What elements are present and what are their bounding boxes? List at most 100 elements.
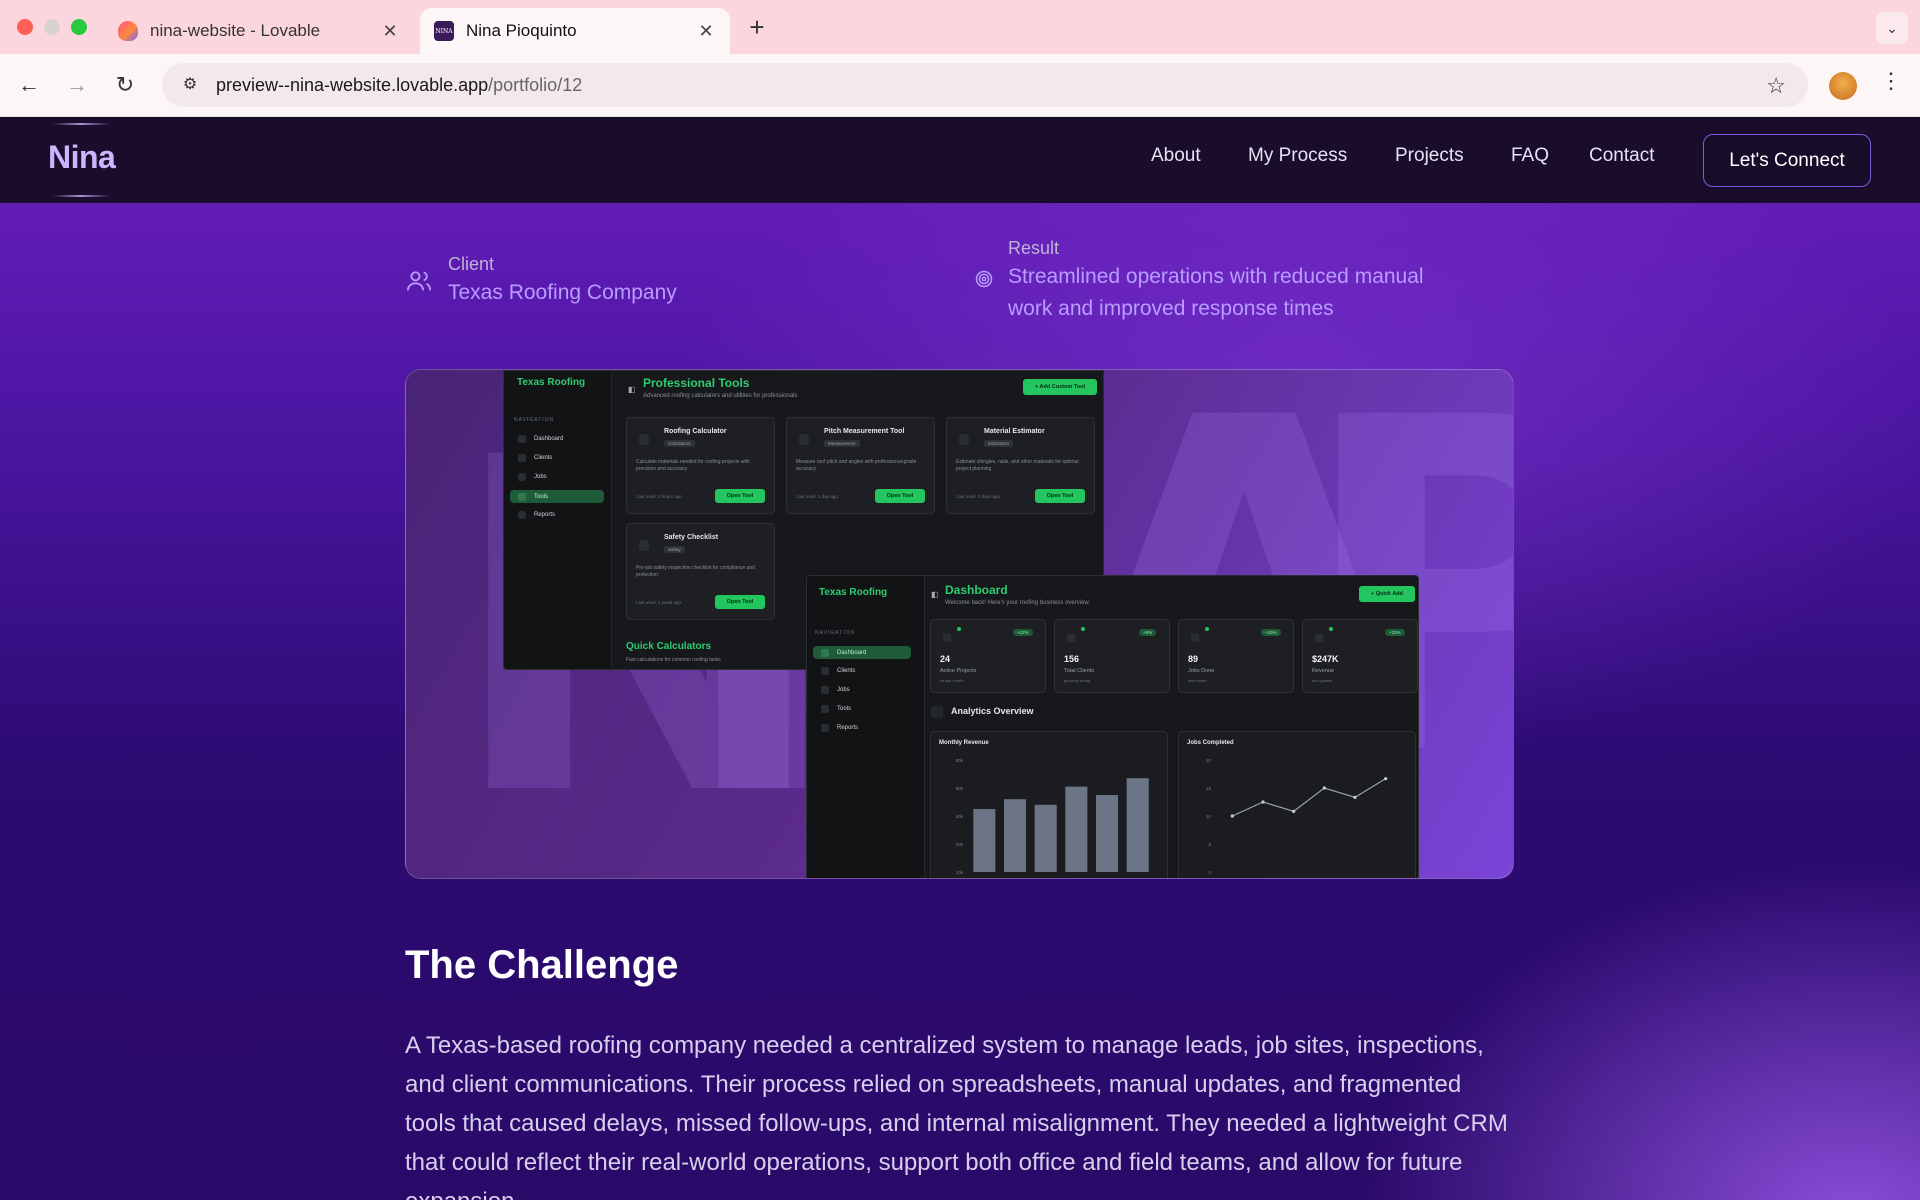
mock-stat-pill: +15% — [1261, 629, 1281, 636]
users-icon — [406, 271, 432, 291]
reload-icon[interactable]: ↻ — [110, 70, 140, 100]
mock-open-tool-button: Open Tool — [875, 489, 925, 503]
x-tick-label: Jun — [1134, 878, 1142, 879]
trending-up-icon — [931, 706, 943, 718]
mock-nav-label: Reports — [534, 512, 556, 518]
ruler-icon — [799, 434, 809, 445]
mock-tool-card: Safety Checklist Safety Pre-job safety i… — [626, 523, 775, 620]
target-icon — [975, 270, 993, 288]
nav-contact[interactable]: Contact — [1589, 145, 1654, 167]
tab-search-chevron-icon[interactable]: ⌄ — [1876, 12, 1908, 44]
site-settings-icon[interactable]: ⚙ — [178, 73, 202, 97]
mock-stat-value: $247K — [1312, 654, 1339, 664]
revenue-bar — [1126, 778, 1149, 872]
lets-connect-button[interactable]: Let's Connect — [1703, 134, 1871, 187]
mock-card-tag: Estimators — [984, 440, 1014, 447]
nina-logo-icon: NINA — [434, 21, 454, 41]
mock-nav-header: NAVIGATION — [815, 630, 856, 636]
mock-nav-jobs: Jobs — [514, 471, 604, 483]
checklist-icon — [639, 540, 649, 551]
new-tab-button[interactable]: + — [744, 12, 770, 42]
bookmark-star-icon[interactable]: ☆ — [1766, 73, 1786, 99]
nav-about[interactable]: About — [1151, 145, 1201, 167]
y-tick-label: 0 — [1208, 870, 1211, 875]
mock-card-tag: Measurement — [824, 440, 860, 447]
browser-menu-icon[interactable]: ⋮ — [1880, 68, 1902, 94]
x-tick-label: Mar — [1290, 878, 1298, 879]
mock-tool-card: Pitch Measurement Tool Measurement Measu… — [786, 417, 935, 514]
tab-close-icon[interactable]: ✕ — [696, 21, 716, 42]
y-tick-label: 20 — [1206, 758, 1212, 763]
address-bar[interactable]: ⚙ preview--nina-website.lovable.app/port… — [162, 63, 1808, 107]
x-tick-label: Feb — [1011, 878, 1019, 879]
x-tick-label: Feb — [1259, 878, 1267, 879]
mock-nav-jobs: Jobs — [817, 684, 911, 696]
stat-icon — [1191, 634, 1199, 642]
mock-quick-calc-sub: Fast calculations for common roofing tas… — [626, 657, 721, 663]
y-tick-label: 10 — [1206, 814, 1212, 819]
browser-tab-lovable[interactable]: nina-website - Lovable ✕ — [104, 8, 414, 54]
mock-sidebar: Texas Roofing NAVIGATION Dashboard Clien… — [504, 371, 612, 669]
y-tick-label: 15 — [1206, 786, 1212, 791]
status-dot — [1205, 627, 1209, 631]
mock-tools-title: Professional Tools — [643, 376, 750, 390]
mock-quick-calc-title: Quick Calculators — [626, 641, 712, 652]
profile-avatar[interactable] — [1829, 72, 1857, 100]
mock-nav-label: Jobs — [837, 687, 850, 693]
mock-stat-label: Jobs Done — [1188, 668, 1215, 674]
mock-quick-add-button: + Quick Add — [1359, 586, 1415, 602]
window-minimize-button[interactable] — [44, 19, 60, 35]
y-tick-label: 40k — [956, 814, 964, 819]
mock-stat-label: Active Projects — [940, 668, 977, 674]
x-tick-label: Jan — [981, 878, 989, 879]
x-tick-label: Mar — [1042, 878, 1050, 879]
mock-sidebar: Texas Roofing NAVIGATION Dashboard Clien… — [807, 576, 925, 878]
browser-tab-nina[interactable]: NINA Nina Pioquinto ✕ — [420, 8, 730, 54]
mock-open-tool-button: Open Tool — [715, 489, 765, 503]
mock-tool-card: Roofing Calculator Calculators Calculate… — [626, 417, 775, 514]
mock-nav-tools: Tools — [510, 490, 604, 503]
mock-card-tag: Safety — [664, 546, 685, 553]
mock-card-meta: Last used: 1 day ago — [796, 494, 838, 499]
mock-analytics-title: Analytics Overview — [951, 706, 1034, 716]
y-tick-label: 20k — [956, 842, 964, 847]
mock-nav-label: Clients — [534, 455, 553, 461]
x-tick-label: May — [1103, 878, 1112, 879]
mock-nav-dashboard: Dashboard — [813, 646, 911, 659]
mock-nav-label: Tools — [837, 706, 852, 712]
mock-nav-label: Tools — [534, 493, 549, 500]
mock-stat-value: 156 — [1064, 654, 1080, 664]
estimator-icon — [959, 434, 969, 445]
forward-arrow-icon[interactable]: → — [62, 70, 92, 100]
mock-card-desc: Estimate shingles, nails, and other mate… — [956, 459, 1079, 472]
mock-card-desc: Calculate materials needed for roofing p… — [636, 459, 750, 472]
mock-nav-label: Clients — [837, 668, 856, 674]
back-arrow-icon[interactable]: ← — [14, 70, 44, 100]
y-tick-label: 10k — [956, 870, 964, 875]
window-maximize-button[interactable] — [71, 19, 87, 35]
client-value: Texas Roofing Company — [448, 281, 677, 304]
revenue-bar-chart: 80k 60k 40k 20k 10k Jan Feb Mar Apr May Jun — [956, 758, 1149, 879]
window-close-button[interactable] — [17, 19, 33, 35]
calculator-icon — [639, 434, 649, 445]
revenue-bar — [1003, 799, 1027, 872]
jobs-line-chart: 20 15 10 5 0 Jan Feb Mar Apr May Jun — [1206, 758, 1388, 879]
nav-projects[interactable]: Projects — [1395, 145, 1464, 167]
jobs-point — [1322, 786, 1326, 790]
nav-my-process[interactable]: My Process — [1248, 145, 1347, 167]
revenue-bar — [973, 809, 996, 872]
mock-card-tag: Calculators — [664, 440, 695, 447]
mock-revenue-chart: Monthly Revenue 80k 60k 40k 20k 10k Jan Feb Mar… — [930, 731, 1168, 879]
mock-stat-sub: growing strong — [1064, 678, 1091, 683]
status-dot — [1329, 627, 1333, 631]
mock-nav-tools: Tools — [817, 703, 911, 715]
nav-faq[interactable]: FAQ — [1511, 145, 1549, 167]
revenue-bar — [1065, 786, 1088, 872]
mock-card-title: Safety Checklist — [664, 534, 719, 541]
mock-jobs-chart: Jobs Completed 20 15 10 5 0 Jan Feb Mar Apr May Ju… — [1178, 731, 1416, 879]
jobs-point — [1230, 814, 1234, 818]
tab-close-icon[interactable]: ✕ — [380, 21, 400, 42]
site-logo[interactable]: Nina — [48, 139, 116, 176]
mock-dashboard-title: Dashboard — [945, 583, 1008, 597]
x-tick-label: Jan — [1229, 878, 1237, 879]
